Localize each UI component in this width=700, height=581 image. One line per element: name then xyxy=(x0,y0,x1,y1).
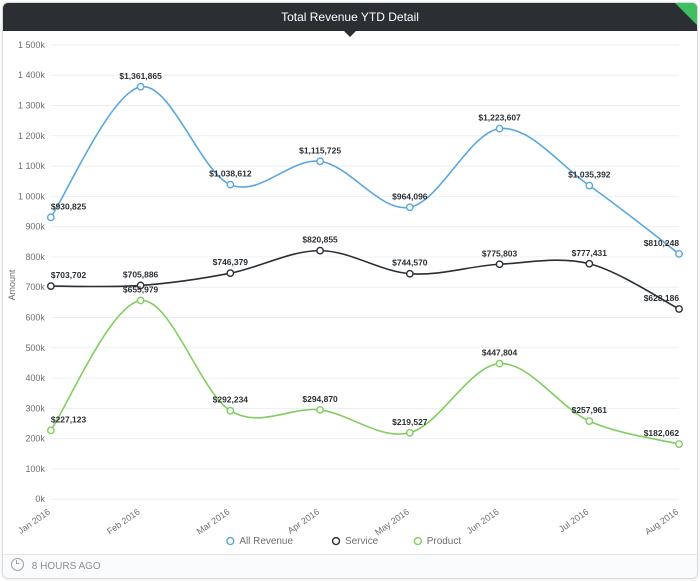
svg-text:$257,961: $257,961 xyxy=(572,405,608,415)
svg-text:Aug 2016: Aug 2016 xyxy=(643,507,680,537)
svg-text:$292,234: $292,234 xyxy=(213,395,249,405)
svg-text:$703,702: $703,702 xyxy=(51,270,87,280)
chart-series: $930,825 $1,361,865 $1,038,612 $1,115,725 $9… xyxy=(48,71,683,447)
corner-flag-icon[interactable] xyxy=(675,3,697,25)
svg-text:$1,223,607: $1,223,607 xyxy=(478,113,521,123)
svg-text:$964,096: $964,096 xyxy=(392,191,428,201)
svg-text:Jul 2016: Jul 2016 xyxy=(557,507,590,535)
svg-text:$1,038,612: $1,038,612 xyxy=(209,169,252,179)
svg-text:$744,570: $744,570 xyxy=(392,258,428,268)
svg-text:All Revenue: All Revenue xyxy=(239,536,293,547)
svg-text:100k: 100k xyxy=(25,464,45,474)
svg-text:$227,123: $227,123 xyxy=(51,414,87,424)
chart-card: Total Revenue YTD Detail 0k 100k 200k 300k 4… xyxy=(2,2,698,579)
svg-text:$628,186: $628,186 xyxy=(644,293,680,303)
svg-text:$294,870: $294,870 xyxy=(302,394,338,404)
clock-icon xyxy=(11,558,24,571)
svg-text:Product: Product xyxy=(427,536,462,547)
chart-legend[interactable]: All Revenue Service Product xyxy=(227,536,461,547)
svg-text:Jan 2016: Jan 2016 xyxy=(16,507,52,536)
svg-text:$1,115,725: $1,115,725 xyxy=(299,145,341,155)
last-updated: 8 HOURS AGO xyxy=(32,561,101,572)
svg-text:1 400k: 1 400k xyxy=(18,70,45,80)
svg-text:$655,979: $655,979 xyxy=(123,285,159,295)
svg-text:0k: 0k xyxy=(35,494,45,504)
svg-text:$930,825: $930,825 xyxy=(51,201,87,211)
svg-text:$746,379: $746,379 xyxy=(213,257,249,267)
svg-text:700k: 700k xyxy=(25,282,45,292)
chart-svg: 0k 100k 200k 300k 400k 500k 600k 700k 800k 900k 1 … xyxy=(3,31,697,554)
svg-text:Mar 2016: Mar 2016 xyxy=(195,507,232,537)
svg-text:600k: 600k xyxy=(25,312,45,322)
svg-text:$777,431: $777,431 xyxy=(572,248,608,258)
svg-text:1 200k: 1 200k xyxy=(18,131,45,141)
svg-text:$182,062: $182,062 xyxy=(644,428,680,438)
svg-text:1 100k: 1 100k xyxy=(18,161,45,171)
svg-text:$775,803: $775,803 xyxy=(482,248,518,258)
svg-text:$810,248: $810,248 xyxy=(644,238,680,248)
svg-text:May 2016: May 2016 xyxy=(373,507,411,538)
svg-text:1 000k: 1 000k xyxy=(18,191,45,201)
svg-text:400k: 400k xyxy=(25,373,45,383)
svg-text:1 300k: 1 300k xyxy=(18,101,45,111)
svg-text:$705,886: $705,886 xyxy=(123,269,159,279)
y-ticks: 0k 100k 200k 300k 400k 500k 600k 700k 800k 900k 1 … xyxy=(18,40,45,504)
svg-text:Jun 2016: Jun 2016 xyxy=(465,507,501,536)
svg-text:1 500k: 1 500k xyxy=(18,40,45,50)
svg-text:$1,361,865: $1,361,865 xyxy=(119,71,162,81)
y-axis-label: Amount xyxy=(7,269,17,300)
svg-text:Service: Service xyxy=(345,536,379,547)
svg-text:$219,527: $219,527 xyxy=(392,417,428,427)
card-footer: 8 HOURS AGO xyxy=(3,554,697,578)
svg-text:$1,035,392: $1,035,392 xyxy=(568,170,611,180)
svg-text:$447,804: $447,804 xyxy=(482,348,518,358)
svg-text:200k: 200k xyxy=(25,434,45,444)
svg-text:Feb 2016: Feb 2016 xyxy=(105,507,142,537)
svg-text:Apr 2016: Apr 2016 xyxy=(286,507,322,536)
svg-text:800k: 800k xyxy=(25,252,45,262)
card-header: Total Revenue YTD Detail xyxy=(3,3,697,31)
page-title: Total Revenue YTD Detail xyxy=(281,3,419,31)
svg-text:500k: 500k xyxy=(25,343,45,353)
svg-text:$820,855: $820,855 xyxy=(302,235,338,245)
svg-text:300k: 300k xyxy=(25,403,45,413)
chart-plot: 0k 100k 200k 300k 400k 500k 600k 700k 800k 900k 1 … xyxy=(3,31,697,554)
x-ticks: Jan 2016 Feb 2016 Mar 2016 Apr 2016 May 2016… xyxy=(16,507,680,538)
svg-text:900k: 900k xyxy=(25,222,45,232)
